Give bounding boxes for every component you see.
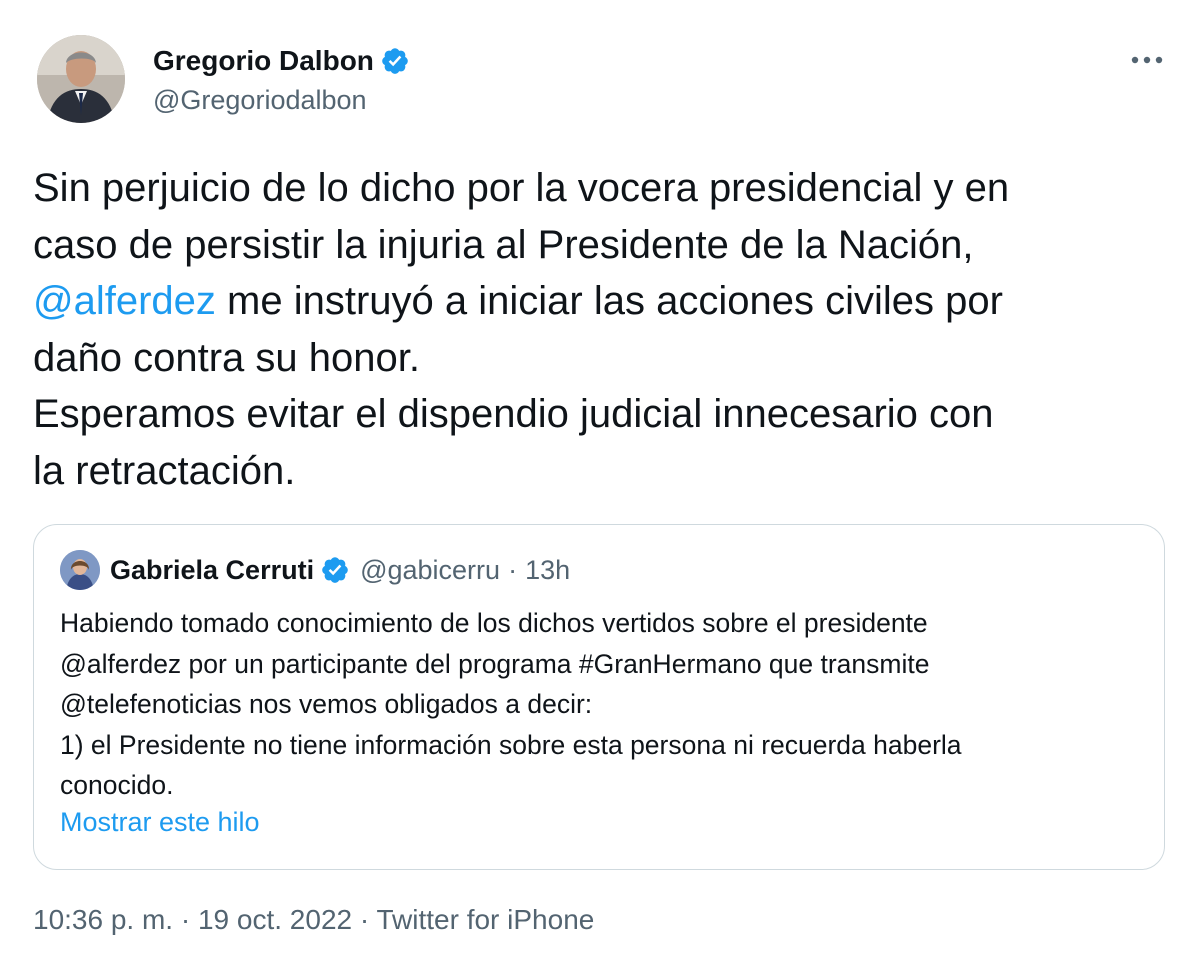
tweet-text-line: caso de persistir la injuria al Presiden…: [33, 222, 974, 267]
quoted-text-line: conocido.: [60, 770, 174, 800]
quoted-text-line: 1) el Presidente no tiene información so…: [60, 729, 962, 760]
tweet-card: Gregorio Dalbon @Gregoriodalbon Sin perj…: [0, 0, 1200, 963]
tweet-text-line: daño contra su honor.: [33, 335, 420, 380]
more-options-icon: [1131, 56, 1163, 64]
author-avatar-image: [37, 35, 125, 123]
quoted-author-handle: @gabicerru: [360, 554, 501, 585]
quoted-tweet-header: Gabriela Cerruti @gabicerru · 13h: [60, 549, 570, 591]
quoted-text-line: @alferdez por un participante del progra…: [60, 648, 930, 679]
quoted-author-avatar: [60, 550, 100, 590]
mention-link[interactable]: @alferdez: [33, 279, 216, 323]
verified-badge-icon: [320, 555, 350, 585]
author-handle[interactable]: @Gregoriodalbon: [153, 85, 367, 116]
tweet-text: Sin perjuicio de lo dicho por la vocera …: [33, 160, 1173, 499]
quoted-text-line: @telefenoticias nos vemos obligados a de…: [60, 689, 593, 719]
tweet-text-line: Esperamos evitar el dispendio judicial i…: [33, 392, 994, 436]
quoted-separator: ·: [508, 554, 518, 585]
quoted-tweet-text: Habiendo tomado conocimiento de los dich…: [60, 603, 1150, 806]
tweet-text-line: la retractación.: [33, 448, 296, 493]
author-avatar[interactable]: [37, 35, 125, 123]
tweet-text-line: @alferdez me instruyó a iniciar las acci…: [33, 273, 1173, 330]
quoted-text-line: Habiendo tomado conocimiento de los dich…: [60, 608, 928, 638]
quoted-tweet[interactable]: Gabriela Cerruti @gabicerru · 13h Habien…: [33, 524, 1165, 870]
quoted-author-name: Gabriela Cerruti: [110, 554, 315, 585]
quoted-timestamp: 13h: [525, 554, 571, 585]
tweet-metadata[interactable]: 10:36 p. m. · 19 oct. 2022 · Twitter for…: [33, 904, 594, 936]
more-options-button[interactable]: [1127, 45, 1167, 75]
tweet-header: Gregorio Dalbon @Gregoriodalbon: [37, 35, 1167, 130]
tweet-text-line: Sin perjuicio de lo dicho por la vocera …: [33, 166, 1010, 210]
show-thread-link[interactable]: Mostrar este hilo: [60, 807, 260, 838]
tweet-text-fragment: me instruyó a iniciar las acciones civil…: [215, 279, 1003, 323]
author-name[interactable]: Gregorio Dalbon: [153, 45, 374, 77]
author-name-row: Gregorio Dalbon: [153, 41, 410, 81]
verified-badge-icon: [380, 46, 410, 76]
